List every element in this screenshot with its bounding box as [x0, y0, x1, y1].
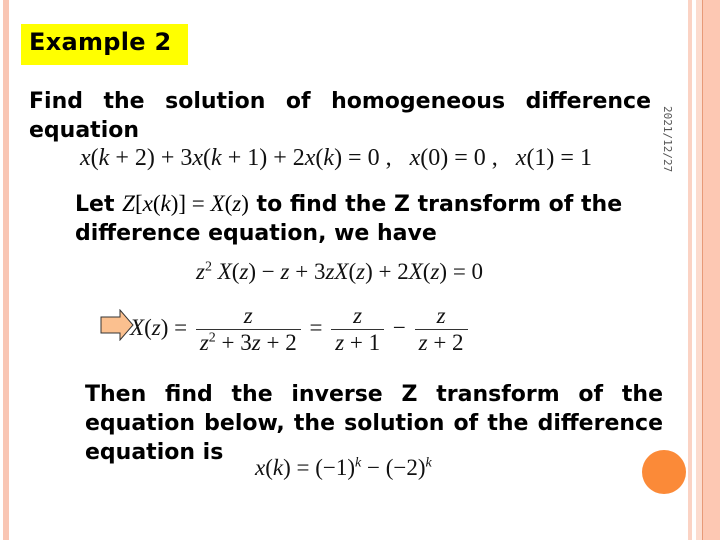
- fraction-partial-1: z z + 1: [331, 303, 385, 356]
- initial-condition-1: x(0) = 0: [409, 145, 486, 171]
- difference-equation: x(k + 2) + 3x(k + 1) + 2x(k) = 0: [80, 145, 380, 171]
- let-statement: Let Z[x(k)] = X(z) to find the Z transfo…: [75, 189, 635, 248]
- fraction-full: z z2 + 3z + 2: [195, 303, 301, 356]
- left-border-stripe: [3, 0, 9, 540]
- conclusion-text: Then find the inverse Z transform of the…: [85, 382, 663, 465]
- decorative-circle: [642, 450, 686, 494]
- fraction-partial-2: z z + 2: [414, 303, 468, 356]
- right-arrow-icon: [100, 309, 134, 341]
- right-border-stripe: [703, 0, 720, 540]
- let-prefix: Let: [75, 192, 115, 217]
- given-equation: x(k + 2) + 3x(k + 1) + 2x(k) = 0 , x(0) …: [80, 145, 592, 171]
- initial-condition-2: x(1) = 1: [515, 145, 592, 171]
- intro-text: Find the solution of homogeneous differe…: [29, 89, 651, 143]
- final-solution: x(k) = (−1)k − (−2)k: [255, 455, 432, 480]
- z-transform-definition: Z[x(k)] = X(z): [122, 191, 249, 216]
- slide-date: 2021/12/27: [661, 106, 674, 173]
- slide-title: Example 2: [29, 28, 172, 56]
- z-transform-equation: z2 X(z) − z + 3zX(z) + 2X(z) = 0: [196, 259, 484, 284]
- solution-x-of-z: X(z) = z z2 + 3z + 2 = z z + 1 − z z + 2: [130, 303, 471, 356]
- right-border-stripe: [688, 0, 692, 540]
